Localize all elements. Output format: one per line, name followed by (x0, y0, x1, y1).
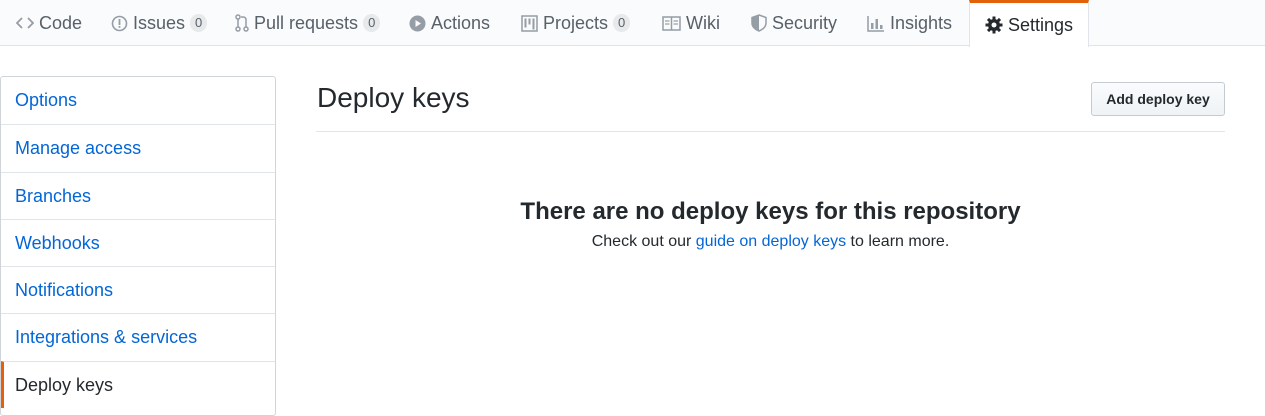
deploy-keys-guide-link[interactable]: guide on deploy keys (696, 233, 846, 250)
menu-item-label: Branches (15, 185, 92, 206)
tab-label: Projects (543, 12, 609, 33)
play-icon (409, 15, 426, 32)
settings-menu: Options Manage access Branches Webhooks … (0, 76, 276, 416)
projects-counter: 0 (613, 14, 631, 32)
issues-counter: 0 (190, 14, 208, 32)
tab-insights[interactable]: Insights (867, 0, 952, 46)
tab-code[interactable]: Code (16, 0, 82, 46)
menu-item-label: Integrations & services (15, 326, 198, 347)
menu-item-label: Options (15, 90, 78, 110)
menu-item-label: Webhooks (15, 232, 100, 253)
add-deploy-key-button[interactable]: Add deploy key (1091, 82, 1225, 116)
project-icon (521, 14, 538, 32)
tab-pull-requests[interactable]: Pull requests 0 (235, 0, 381, 46)
tab-label: Insights (890, 12, 953, 33)
menu-item-manage-access[interactable]: Manage access (1, 124, 275, 171)
tab-actions[interactable]: Actions (409, 0, 490, 46)
gear-icon (985, 16, 1003, 34)
tab-label: Pull requests (254, 12, 359, 33)
code-icon (16, 16, 34, 30)
tab-label: Actions (431, 12, 491, 33)
menu-item-integrations-services[interactable]: Integrations & services (1, 313, 275, 360)
blankslate-text-before: Check out our (591, 233, 696, 250)
blankslate-heading: There are no deploy keys for this reposi… (520, 198, 1021, 225)
book-icon (662, 15, 681, 31)
menu-item-deploy-keys[interactable]: Deploy keys (1, 361, 275, 408)
shield-icon (751, 14, 767, 32)
pull-requests-counter: 0 (363, 14, 381, 32)
tab-label: Security (772, 12, 838, 33)
git-pull-request-icon (235, 14, 249, 32)
menu-item-label: Manage access (15, 137, 142, 158)
tab-projects[interactable]: Projects 0 (521, 0, 631, 46)
menu-item-branches[interactable]: Branches (1, 172, 275, 219)
tab-security[interactable]: Security (751, 0, 837, 46)
tab-label: Wiki (686, 12, 720, 33)
menu-item-notifications[interactable]: Notifications (1, 266, 275, 313)
blankslate-text: Check out our guide on deploy keys to le… (316, 233, 1225, 251)
repo-nav: Code Issues 0 Pull requests 0 Actions Pr… (0, 0, 1265, 47)
tab-wiki[interactable]: Wiki (662, 0, 720, 46)
issue-opened-icon (111, 15, 128, 32)
tab-settings[interactable]: Settings (969, 0, 1090, 47)
graph-icon (867, 15, 885, 32)
tab-label: Settings (1008, 14, 1074, 35)
subhead-divider (316, 131, 1225, 132)
tab-label: Issues (133, 12, 186, 33)
tab-label: Code (39, 12, 83, 33)
page-title: Deploy keys (317, 82, 470, 113)
menu-item-label: Deploy keys (15, 374, 114, 395)
menu-item-webhooks[interactable]: Webhooks (1, 219, 275, 266)
blankslate-text-after: to learn more. (846, 233, 950, 250)
menu-item-label: Notifications (15, 279, 114, 300)
menu-item-options[interactable]: Options (1, 77, 275, 124)
tab-issues[interactable]: Issues 0 (111, 0, 208, 46)
